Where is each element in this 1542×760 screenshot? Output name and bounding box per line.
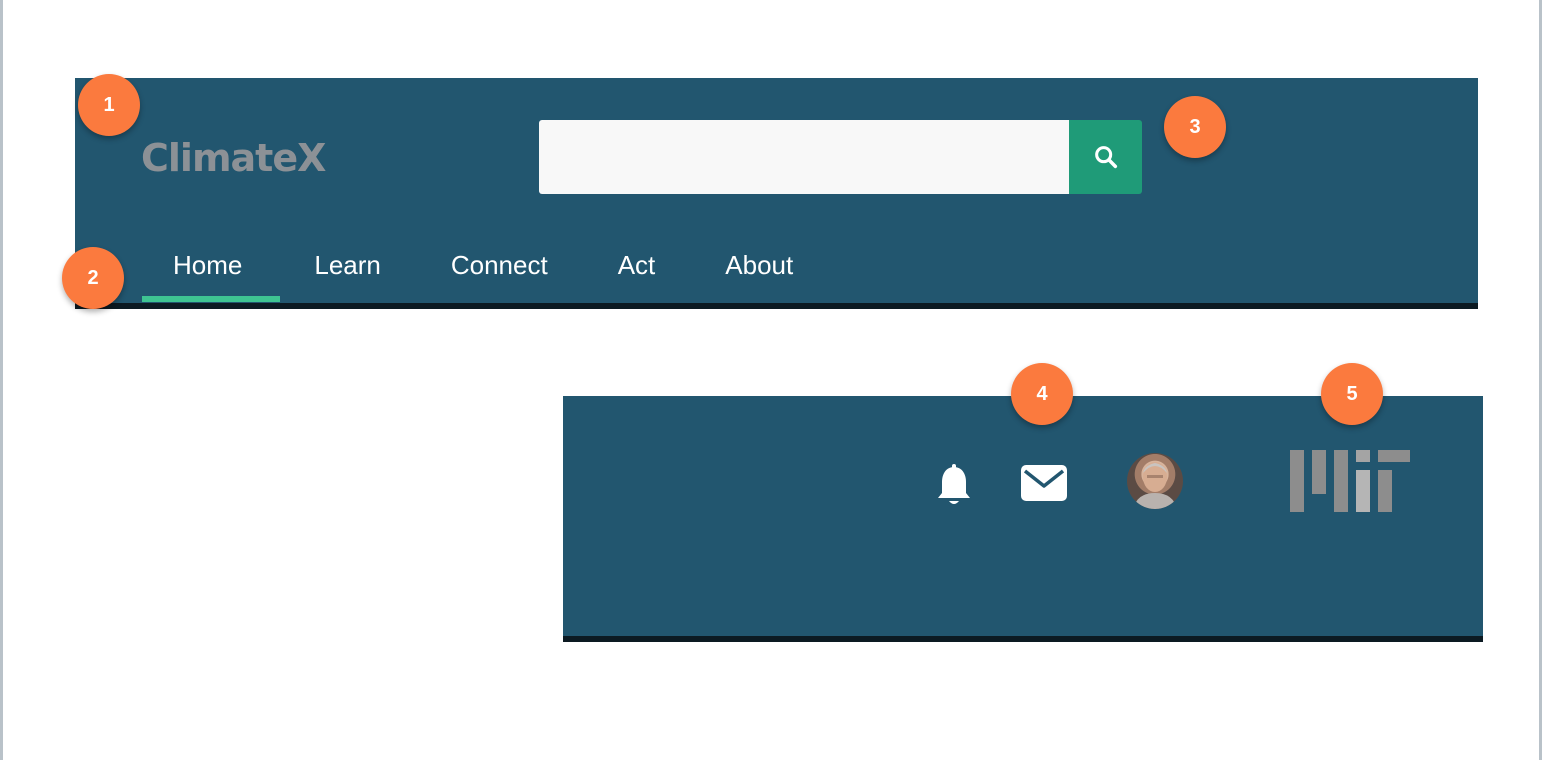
callout-4: 4 [1011, 363, 1073, 425]
nav-item-label: About [725, 250, 794, 280]
callout-5: 5 [1321, 363, 1383, 425]
climatex-logo[interactable]: ClimateX [141, 136, 326, 180]
callout-1: 1 [78, 74, 140, 136]
bell-icon[interactable] [936, 464, 972, 508]
search-box [539, 120, 1142, 194]
main-nav: Home Learn Connect Act About [142, 240, 863, 302]
search-icon [1094, 146, 1117, 169]
nav-item-label: Home [173, 250, 243, 280]
nav-item-label: Act [617, 250, 656, 280]
user-avatar[interactable] [1127, 453, 1183, 509]
mit-logo[interactable] [1288, 450, 1412, 512]
search-input[interactable] [539, 120, 1069, 194]
nav-item-home[interactable]: Home [142, 240, 281, 302]
nav-item-label: Learn [314, 250, 381, 280]
user-toolbar [563, 396, 1483, 642]
mail-icon[interactable] [1020, 464, 1068, 502]
site-header: ClimateX Home Learn Connect Act About [75, 78, 1478, 309]
callout-2: 2 [62, 247, 124, 309]
nav-item-act[interactable]: Act [618, 240, 656, 302]
callout-3: 3 [1164, 96, 1226, 158]
nav-item-connect[interactable]: Connect [451, 240, 548, 302]
search-button[interactable] [1069, 120, 1142, 194]
nav-item-label: Connect [450, 250, 548, 280]
nav-item-learn[interactable]: Learn [314, 240, 381, 302]
user-avatar-image [1133, 462, 1177, 509]
nav-item-about[interactable]: About [725, 240, 793, 302]
